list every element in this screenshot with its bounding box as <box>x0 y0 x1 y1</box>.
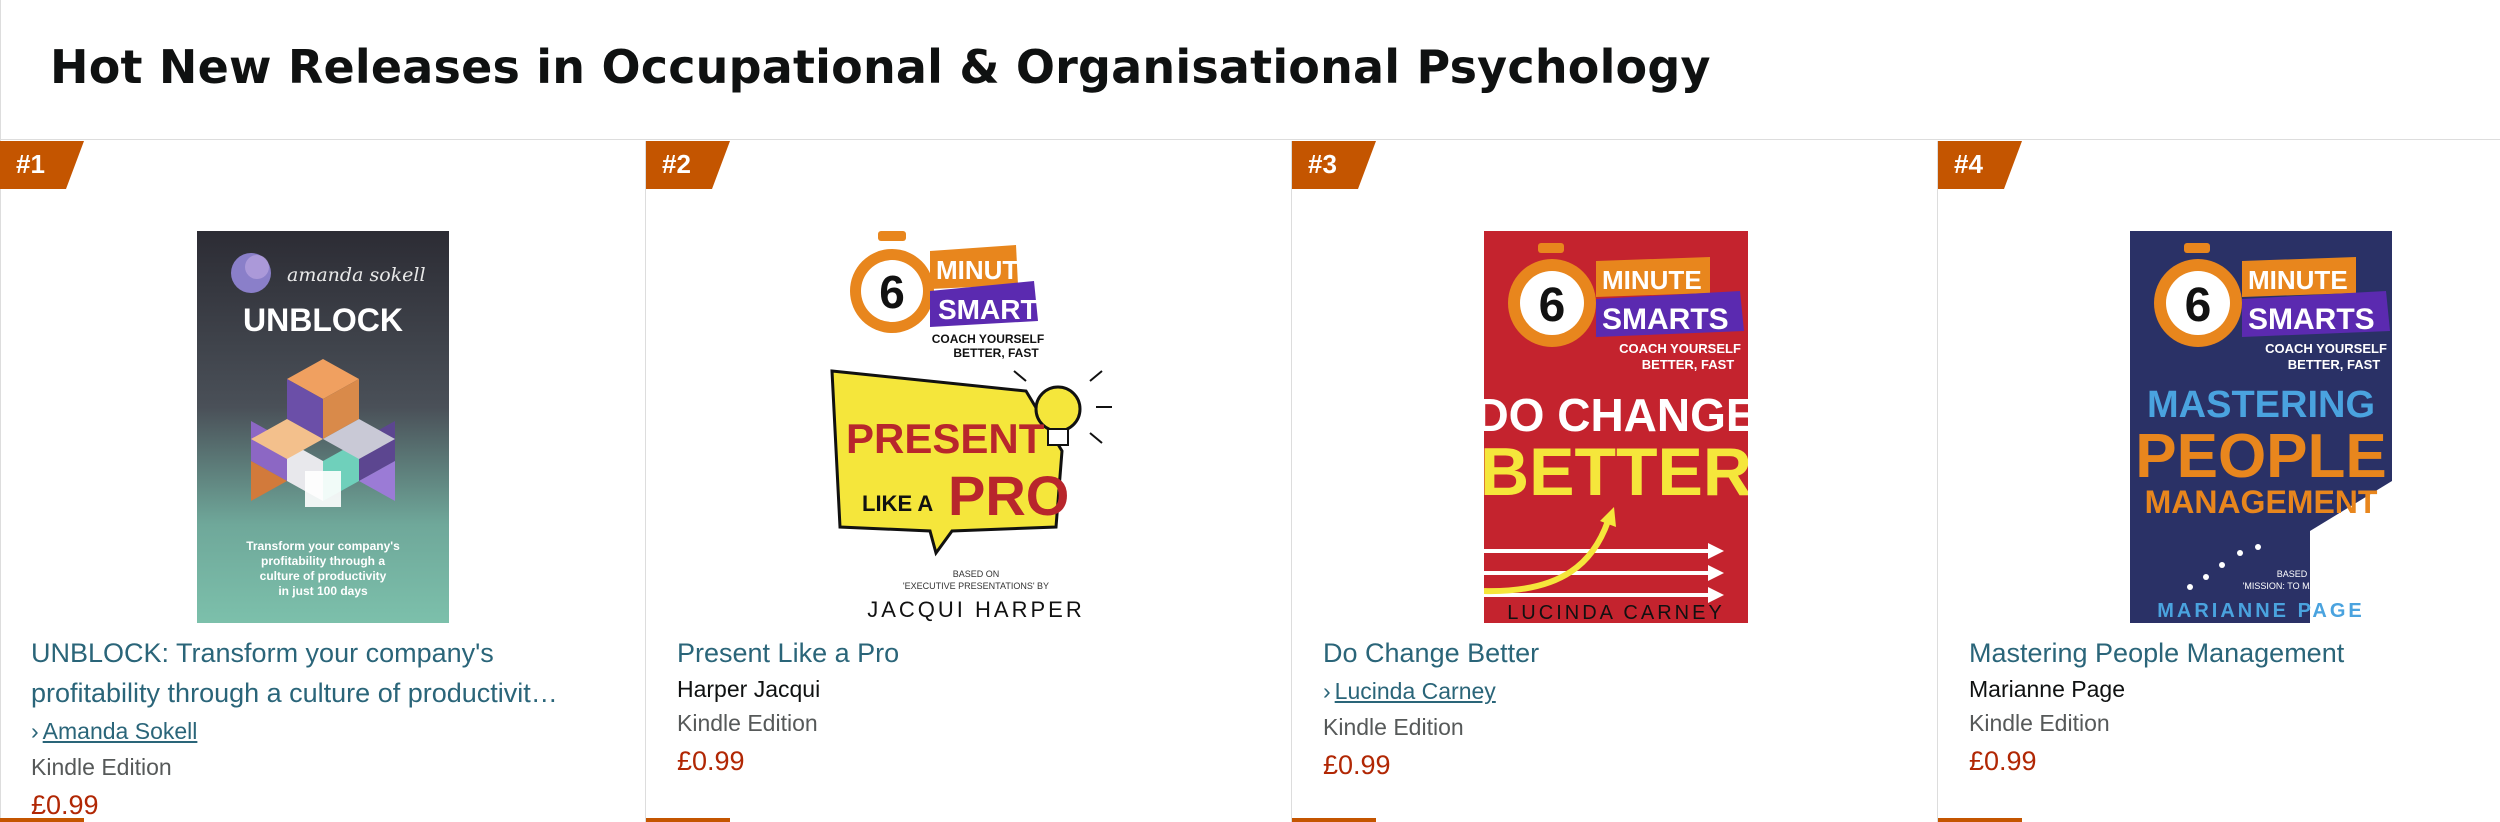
next-row-badge-edge <box>1292 818 1376 822</box>
author-name: Lucinda Carney <box>1334 678 1496 704</box>
cover-tagline-line: culture of productivity <box>260 569 387 583</box>
rank-badge: #3 <box>1292 141 1376 189</box>
cover-author-script: amanda sokell <box>287 264 426 286</box>
book-info: Do Change Better › Lucinda Carney Kindle … <box>1323 633 1917 785</box>
cover-tagline-line: in just 100 days <box>278 584 368 598</box>
svg-text:6: 6 <box>1539 279 1566 332</box>
chevron-right-icon: › <box>31 718 39 744</box>
page-header: Hot New Releases in Occupational & Organ… <box>0 0 2500 140</box>
cover-heading: MASTERING <box>2147 384 2375 426</box>
cover-series-line: SMARTS <box>1602 303 1729 336</box>
book-info: Present Like a Pro Harper Jacqui Kindle … <box>677 633 1271 781</box>
cover-heading: LIKE A <box>862 491 933 516</box>
book-card: #2 6 MINUTE SMARTS COACH YOURSELF BETTER… <box>646 141 1292 822</box>
svg-text:BASED ON: BASED ON <box>953 569 1000 579</box>
book-info: Mastering People Management Marianne Pag… <box>1969 633 2480 781</box>
cover-series-line: MINUTE <box>936 255 1036 285</box>
book-cover-image[interactable]: 6 MINUTE SMARTS COACH YOURSELF BETTER, F… <box>2130 231 2392 623</box>
cover-series-line: MINUTE <box>2248 265 2348 295</box>
svg-text:COACH YOURSELF: COACH YOURSELF <box>932 332 1044 346</box>
book-cover-image[interactable]: 6 MINUTE SMARTS COACH YOURSELF BETTER, F… <box>826 231 1126 623</box>
author-link[interactable]: › Amanda Sokell <box>31 713 625 749</box>
rank-badge: #4 <box>1938 141 2022 189</box>
svg-text:'EXECUTIVE PRESENTATIONS' BY: 'EXECUTIVE PRESENTATIONS' BY <box>903 581 1049 591</box>
svg-text:BETTER, FAST: BETTER, FAST <box>2288 357 2381 372</box>
rank-badge: #1 <box>0 141 84 189</box>
rank-badge: #2 <box>646 141 730 189</box>
book-title-link[interactable]: Mastering People Management <box>1969 633 2480 673</box>
format-label: Kindle Edition <box>1323 714 1464 740</box>
cover-heading: PEOPLE <box>2135 422 2387 491</box>
cover-author: JACQUI HARPER <box>867 597 1084 622</box>
svg-text:COACH YOURSELF: COACH YOURSELF <box>1619 341 1741 356</box>
book-cover-image[interactable]: amanda sokell UNBLOCK Transform your com… <box>197 231 449 623</box>
chevron-right-icon: › <box>1323 678 1331 704</box>
rank-number: #1 <box>16 149 45 179</box>
rank-number: #4 <box>1954 149 1983 179</box>
cover-tagline-line: profitability through a <box>261 554 385 568</box>
rank-number: #2 <box>662 149 691 179</box>
svg-text:'MISSION: TO MANAGE' BY: 'MISSION: TO MANAGE' BY <box>2243 581 2358 591</box>
book-card: #1 amanda sokell UNBLOCK Transform your … <box>0 141 646 822</box>
format-label: Kindle Edition <box>677 710 818 736</box>
format-label: Kindle Edition <box>31 754 172 780</box>
cover-author: LUCINDA CARNEY <box>1507 602 1725 623</box>
cover-heading: PRESENT <box>846 415 1045 462</box>
book-info: UNBLOCK: Transform your company's profit… <box>31 633 625 822</box>
cover-heading: PRO <box>948 464 1069 527</box>
author-name: Marianne Page <box>1969 676 2125 702</box>
bestseller-grid: #1 amanda sokell UNBLOCK Transform your … <box>0 141 2500 822</box>
svg-text:BETTER, FAST: BETTER, FAST <box>953 346 1039 360</box>
book-title-link[interactable]: UNBLOCK: Transform your company's profit… <box>31 633 625 713</box>
next-row-badge-edge <box>646 818 730 822</box>
author-name: Harper Jacqui <box>677 676 821 702</box>
cover-author: MARIANNE PAGE <box>2157 600 2365 622</box>
cover-series-line: SMARTS <box>938 294 1056 325</box>
cover-heading: MANAGEMENT <box>2145 484 2378 520</box>
cover-tagline-line: Transform your company's <box>246 539 400 553</box>
author-name: Amanda Sokell <box>42 718 198 744</box>
cover-series-line: SMARTS <box>2248 303 2375 336</box>
cover-series-line: MINUTE <box>1602 265 1702 295</box>
cover-heading: BETTER <box>1484 434 1748 510</box>
svg-text:6: 6 <box>879 266 905 318</box>
book-title-link[interactable]: Present Like a Pro <box>677 633 1271 673</box>
svg-text:BETTER, FAST: BETTER, FAST <box>1642 357 1735 372</box>
svg-text:COACH YOURSELF: COACH YOURSELF <box>2265 341 2387 356</box>
svg-text:BASED ON: BASED ON <box>2277 569 2324 579</box>
book-card: #4 6 MINUTE SMARTS COACH YOURSELF BETTER… <box>1938 141 2500 822</box>
svg-text:6: 6 <box>2185 279 2212 332</box>
cover-heading: UNBLOCK <box>243 302 403 338</box>
price: £0.99 <box>1969 746 2037 776</box>
price: £0.99 <box>677 746 745 776</box>
next-row-badge-edge <box>1938 818 2022 822</box>
author-link[interactable]: › Lucinda Carney <box>1323 673 1917 709</box>
book-cover-image[interactable]: 6 MINUTE SMARTS COACH YOURSELF BETTER, F… <box>1484 231 1748 623</box>
format-label: Kindle Edition <box>1969 710 2110 736</box>
page-title: Hot New Releases in Occupational & Organ… <box>50 40 1711 94</box>
price: £0.99 <box>31 790 99 820</box>
price: £0.99 <box>1323 750 1391 780</box>
book-title-link[interactable]: Do Change Better <box>1323 633 1917 673</box>
book-card: #3 6 MINUTE SMARTS COACH YOURSELF BETTER… <box>1292 141 1938 822</box>
rank-number: #3 <box>1308 149 1337 179</box>
next-row-badge-edge <box>0 818 84 822</box>
